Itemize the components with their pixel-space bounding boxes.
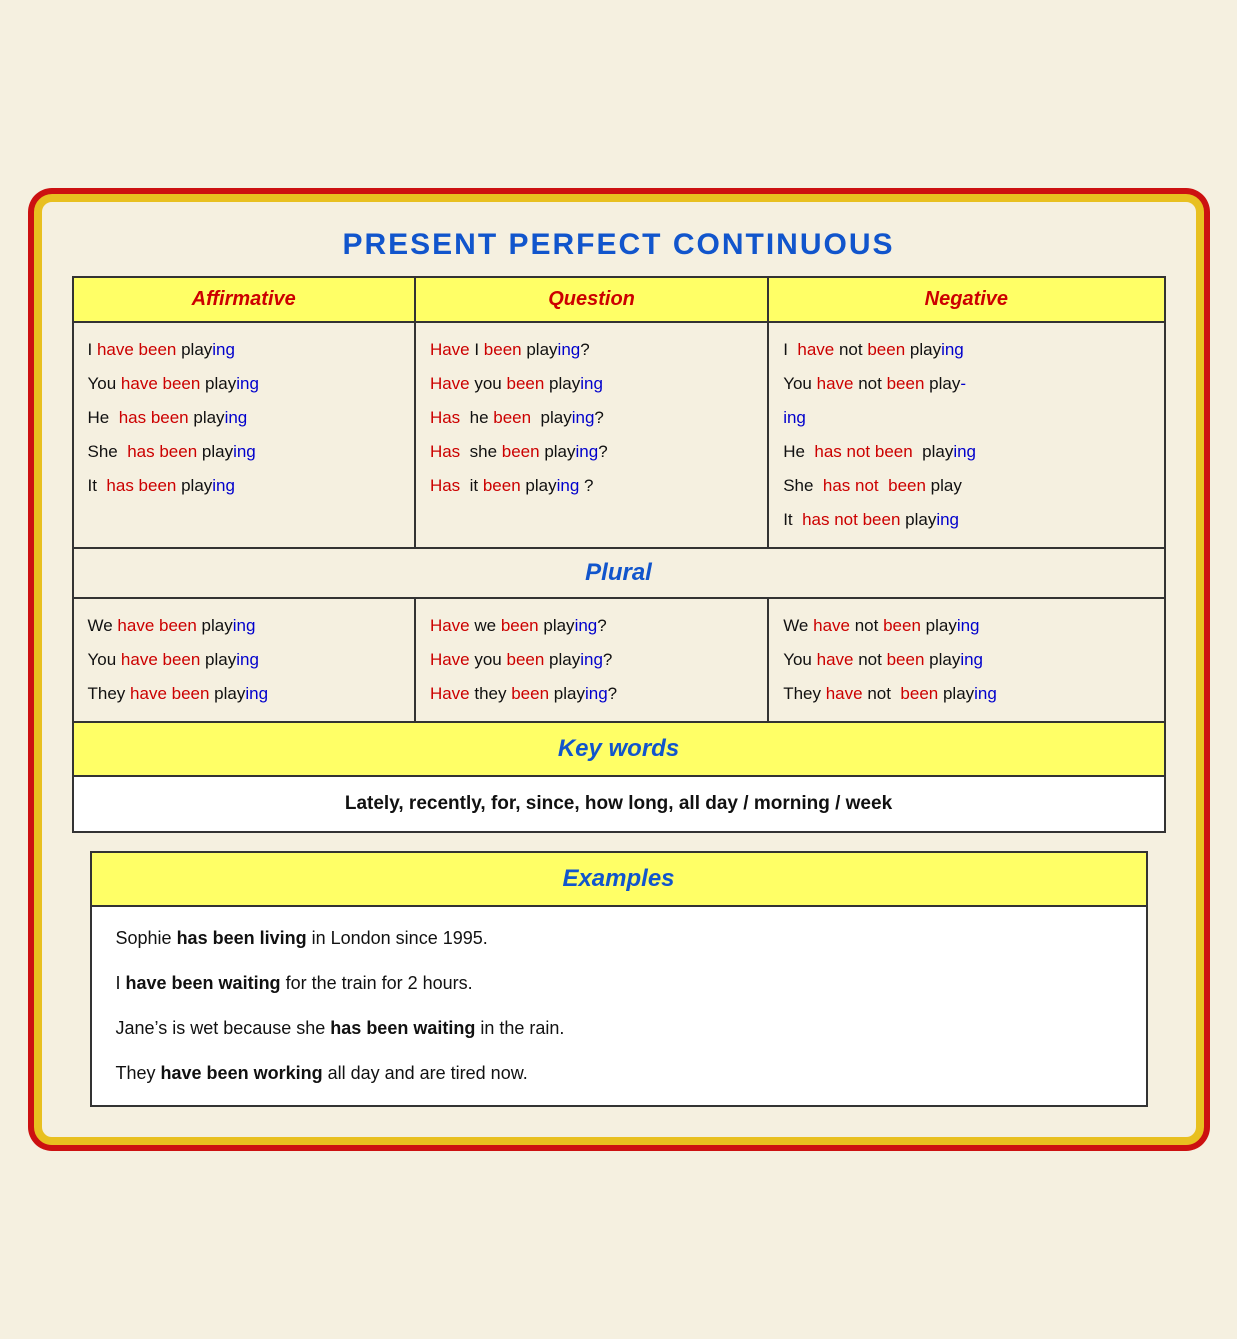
inner-content: PRESENT PERFECT CONTINUOUS Affirmative Q… [50,210,1188,1129]
aff-p-1: We have been playing [88,609,400,643]
question-plural-content: Have we been playing? Have you been play… [430,609,753,711]
plural-section-header: Plural [73,548,1165,598]
q-s-4: Has she been playing? [430,435,753,469]
neg-s-4: She has not been play [783,469,1149,503]
header-question: Question [415,277,768,322]
keywords-header: Key words [74,723,1164,777]
q-s-5: Has it been playing ? [430,469,753,503]
keywords-label: Key words [558,735,679,762]
aff-s-4: She has been playing [88,435,400,469]
question-singular-cell: Have I been playing? Have you been playi… [415,322,768,548]
affirmative-plural-cell: We have been playing You have been playi… [73,598,415,722]
negative-singular-cell: I have not been playing You have not bee… [768,322,1164,548]
examples-header: Examples [92,853,1146,907]
examples-label: Examples [562,865,674,892]
aff-s-2: You have been playing [88,367,400,401]
affirmative-singular-cell: I have been playing You have been playin… [73,322,415,548]
keywords-section: Key words Lately, recently, for, since, … [72,723,1166,833]
page-title: PRESENT PERFECT CONTINUOUS [72,228,1166,262]
header-negative: Negative [768,277,1164,322]
neg-s-1: I have not been playing [783,333,1149,367]
question-plural-cell: Have we been playing? Have you been play… [415,598,768,722]
neg-s-5: It has not been playing [783,503,1149,537]
examples-body: Sophie has been living in London since 1… [92,907,1146,1105]
aff-s-5: It has been playing [88,469,400,503]
q-p-3: Have they been playing? [430,677,753,711]
example-1: Sophie has been living in London since 1… [116,925,1122,952]
q-p-2: Have you been playing? [430,643,753,677]
example-3: Jane’s is wet because she has been waiti… [116,1015,1122,1042]
q-s-1: Have I been playing? [430,333,753,367]
neg-p-3: They have not been playing [783,677,1149,711]
plural-row: We have been playing You have been playi… [73,598,1165,722]
singular-row: I have been playing You have been playin… [73,322,1165,548]
negative-plural-cell: We have not been playing You have not be… [768,598,1164,722]
aff-p-2: You have been playing [88,643,400,677]
question-singular-content: Have I been playing? Have you been playi… [430,333,753,503]
negative-plural-content: We have not been playing You have not be… [783,609,1149,711]
header-affirmative: Affirmative [73,277,415,322]
keywords-content: Lately, recently, for, since, how long, … [94,793,1144,815]
keywords-body: Lately, recently, for, since, how long, … [74,777,1164,831]
aff-s-1: I have been playing [88,333,400,367]
example-2: I have been waiting for the train for 2 … [116,970,1122,997]
neg-p-1: We have not been playing [783,609,1149,643]
neg-s-3: He has not been playing [783,435,1149,469]
example-4: They have been working all day and are t… [116,1060,1122,1087]
plural-section-label: Plural [585,559,652,586]
affirmative-singular-content: I have been playing You have been playin… [88,333,400,503]
outer-border: PRESENT PERFECT CONTINUOUS Affirmative Q… [34,194,1204,1145]
q-s-3: Has he been playing? [430,401,753,435]
negative-singular-content: I have not been playing You have not bee… [783,333,1149,537]
neg-p-2: You have not been playing [783,643,1149,677]
affirmative-plural-content: We have been playing You have been playi… [88,609,400,711]
grammar-table: Affirmative Question Negative I have bee… [72,276,1166,723]
q-p-1: Have we been playing? [430,609,753,643]
aff-s-3: He has been playing [88,401,400,435]
aff-p-3: They have been playing [88,677,400,711]
examples-section: Examples Sophie has been living in Londo… [90,851,1148,1107]
plural-label: Plural [73,548,1165,598]
neg-s-2: You have not been play-ing [783,367,1149,435]
q-s-2: Have you been playing [430,367,753,401]
